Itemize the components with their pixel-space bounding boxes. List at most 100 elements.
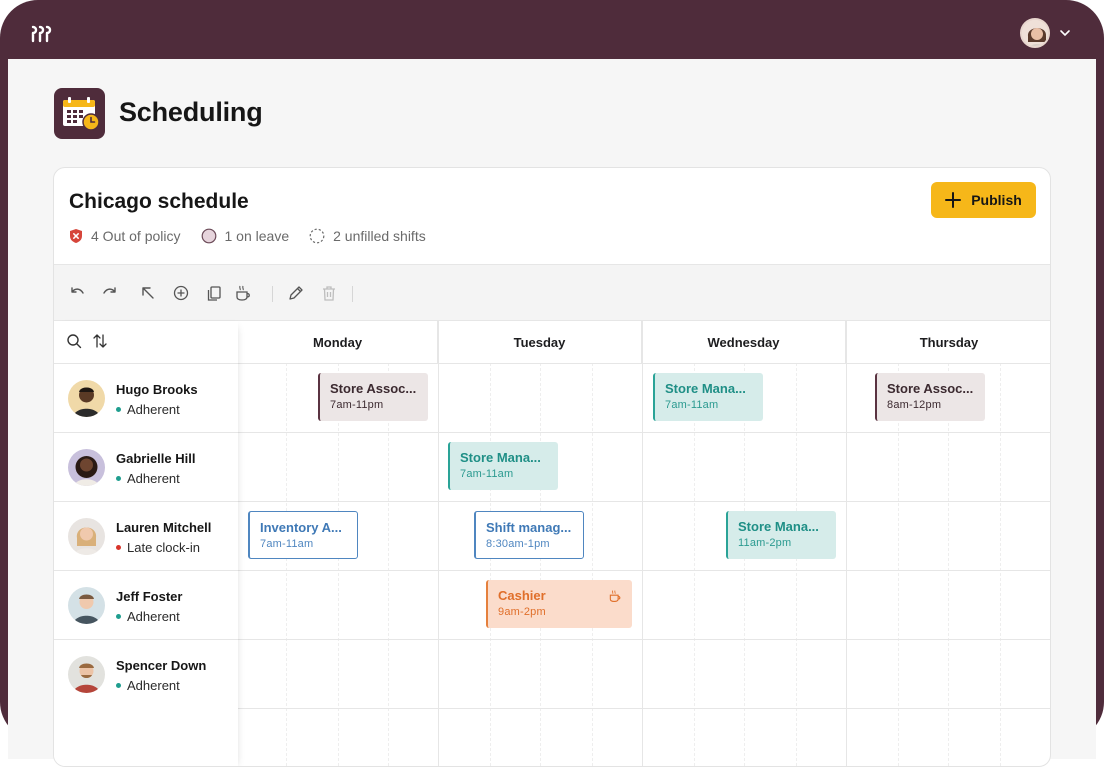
shift-time: 7am-11am [460,468,514,480]
shift-time: 8:30am-1pm [486,538,550,550]
shift-card[interactable]: Store Assoc... 7am-11pm [318,373,428,421]
employee-name: Spencer Down [116,658,207,673]
shift-card[interactable]: Store Mana... 11am-2pm [726,511,836,559]
hour-divider [744,363,745,766]
stat-on-leave-label: 1 on leave [224,228,290,244]
shift-time: 8am-12pm [887,399,942,411]
day-header-wednesday[interactable]: Wednesday [642,321,846,363]
dashed-circle-icon [309,228,325,244]
clock-icon [82,113,100,131]
publish-label: Publish [971,192,1022,208]
employee-status-label: Adherent [127,402,180,417]
employee-row[interactable]: Hugo Brooks Adherent [54,363,238,432]
shift-time: 7am-11am [665,399,719,411]
shift-card[interactable]: Shift manag... 8:30am-1pm [474,511,584,559]
day-header-thursday[interactable]: Thursday [846,321,1050,363]
schedule-grid: Monday Tuesday Wednesday Thursday Hugo B… [54,321,1050,766]
status-dot [116,683,121,688]
hour-divider [540,363,541,766]
row-divider [238,501,1050,502]
plus-icon [945,192,962,208]
shift-title: Shift manag... [486,520,572,535]
add-circle-icon[interactable] [172,284,190,302]
shift-card[interactable]: Store Assoc... 8am-12pm [875,373,985,421]
employee-status: Late clock-in [116,540,200,555]
employee-row[interactable]: Spencer Down Adherent [54,639,238,708]
row-divider [238,570,1050,571]
calendar-icon [54,88,105,139]
avatar [68,518,105,555]
stat-out-of-policy[interactable]: 4 Out of policy [69,228,181,244]
chevron-down-icon[interactable] [1058,26,1072,40]
employee-status: Adherent [116,609,180,624]
employee-status: Adherent [116,402,180,417]
employee-row[interactable]: Lauren Mitchell Late clock-in [54,501,238,570]
day-divider [846,321,847,766]
undo-icon[interactable] [68,284,86,302]
status-dot [116,476,121,481]
shift-time: 7am-11pm [330,399,384,411]
shift-card[interactable]: Store Mana... 7am-11am [653,373,763,421]
employee-row[interactable]: Gabrielle Hill Adherent [54,432,238,501]
hour-divider [286,363,287,766]
row-divider [238,708,1050,709]
cursor-icon[interactable] [139,284,157,302]
status-dot [116,407,121,412]
day-header-tuesday[interactable]: Tuesday [438,321,642,363]
shift-title: Store Mana... [665,381,746,396]
avatar [68,380,105,417]
shift-time: 7am-11am [260,538,314,550]
day-header-monday[interactable]: Monday [238,321,438,363]
pencil-icon[interactable] [287,284,305,302]
redo-icon[interactable] [101,284,119,302]
user-menu[interactable] [1020,18,1072,48]
avatar[interactable] [1020,18,1050,48]
hour-divider [1000,363,1001,766]
avatar [68,449,105,486]
shift-time: 9am-2pm [498,606,546,618]
hour-divider [388,363,389,766]
employee-status-label: Adherent [127,609,180,624]
trash-icon[interactable] [320,284,338,302]
schedule-title: Chicago schedule [69,190,249,213]
logo-icon[interactable] [31,24,57,44]
day-divider [642,321,643,766]
hour-divider [796,363,797,766]
schedule-stats: 4 Out of policy 1 on leave 2 unfilled sh… [69,228,426,244]
hour-divider [592,363,593,766]
day-divider [438,321,439,766]
stat-unfilled[interactable]: 2 unfilled shifts [309,228,426,244]
coffee-break-icon[interactable] [234,284,252,302]
stat-unfilled-label: 2 unfilled shifts [333,228,426,244]
sort-icon[interactable] [92,333,108,349]
device-frame: Scheduling Chicago schedule 4 Out of pol… [0,0,1104,767]
toolbar [54,264,1050,321]
row-divider [238,432,1050,433]
shift-card[interactable]: Inventory A... 7am-11am [248,511,358,559]
shield-x-icon [70,229,82,243]
top-bar [0,0,1104,59]
hour-divider [338,363,339,766]
search-icon[interactable] [66,333,82,349]
shift-title: Store Assoc... [330,381,417,396]
employee-name: Lauren Mitchell [116,520,212,535]
shift-title: Store Mana... [738,519,819,534]
stat-on-leave[interactable]: 1 on leave [201,228,290,244]
shift-card[interactable]: Cashier 9am-2pm [486,580,632,628]
avatar [68,656,105,693]
row-divider [238,639,1050,640]
shift-title: Inventory A... [260,520,342,535]
avatar [68,587,105,624]
employee-name: Hugo Brooks [116,382,198,397]
toolbar-divider [352,286,353,302]
shift-title: Store Assoc... [887,381,974,396]
copy-icon[interactable] [205,284,223,302]
employee-status-label: Late clock-in [127,540,200,555]
hour-divider [490,363,491,766]
status-dot [116,614,121,619]
employee-name: Jeff Foster [116,589,183,604]
shift-card[interactable]: Store Mana... 7am-11am [448,442,558,490]
employee-row[interactable]: Jeff Foster Adherent [54,570,238,639]
shift-title: Store Mana... [460,450,541,465]
publish-button[interactable]: Publish [931,182,1036,218]
